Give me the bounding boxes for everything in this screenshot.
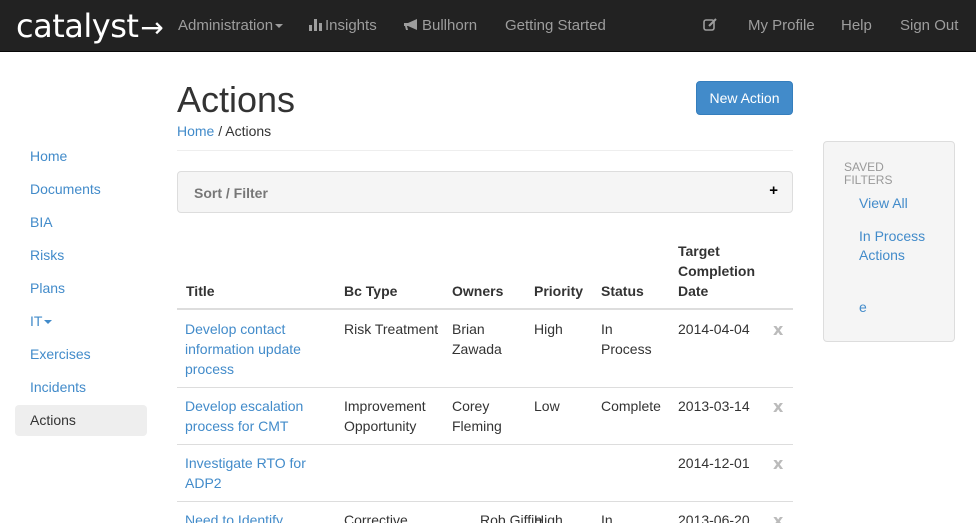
row-title-link[interactable]: Need to Identify: [185, 510, 335, 523]
new-action-button[interactable]: New Action: [696, 81, 793, 115]
row-status: In Process: [601, 321, 652, 357]
breadcrumb-separator: /: [214, 123, 226, 139]
row-owners: Corey Fleming: [452, 398, 502, 434]
sidebar-item-label: Actions: [30, 412, 76, 428]
page-title: Actions: [177, 79, 296, 120]
sidebar-item-label: BIA: [30, 214, 53, 230]
row-target-date: 2014-04-04: [678, 321, 750, 337]
nav-administration-label: Administration: [178, 17, 274, 34]
chevron-down-icon: [44, 320, 53, 325]
sidebar-item-label: IT: [30, 313, 43, 329]
expand-plus-icon[interactable]: +: [769, 182, 778, 200]
nav-administration[interactable]: Administration: [178, 17, 284, 35]
sidebar-item-risks[interactable]: Risks: [15, 240, 147, 271]
row-target-date: 2013-06-20: [678, 512, 750, 523]
edit-icon: [703, 18, 717, 31]
sidebar-item-home[interactable]: Home: [15, 141, 147, 172]
breadcrumb-home-link[interactable]: Home: [177, 123, 214, 139]
column-header-target-date[interactable]: Target Completion Date: [678, 241, 764, 301]
sidebar-item-it[interactable]: IT: [15, 306, 147, 337]
delete-x-icon[interactable]: x: [773, 511, 783, 523]
saved-filter-in-process[interactable]: In Process Actions: [859, 227, 939, 265]
sidebar-item-label: Incidents: [30, 379, 87, 395]
nav-insights-label: Insights: [325, 17, 377, 34]
row-title-link[interactable]: Develop escalation process for CMT: [185, 396, 335, 436]
row-divider: [177, 387, 793, 388]
nav-insights[interactable]: Insights: [309, 17, 377, 35]
brand-logo[interactable]: catalyst→: [16, 7, 164, 46]
column-header-owners[interactable]: Owners: [452, 281, 503, 301]
row-priority: High: [534, 321, 563, 337]
top-navbar: catalyst→ Administration Insights Bullho…: [0, 0, 976, 52]
brand-arrow-icon: →: [140, 11, 164, 44]
sidebar-item-label: Exercises: [30, 346, 91, 362]
row-title-link[interactable]: Investigate RTO for ADP2: [185, 453, 335, 493]
breadcrumb-current: Actions: [225, 123, 272, 139]
row-priority: High: [534, 512, 563, 523]
nav-sign-out-label: Sign Out: [900, 17, 959, 34]
sidebar-item-bia[interactable]: BIA: [15, 207, 147, 238]
row-target-date: 2014-12-01: [678, 455, 750, 471]
sort-filter-panel[interactable]: Sort / Filter +: [177, 171, 793, 213]
sort-filter-title: Sort / Filter: [194, 185, 268, 201]
breadcrumb: Home / Actions: [177, 122, 271, 140]
saved-filters-title: Saved Filters: [844, 160, 893, 187]
chevron-down-icon: [275, 24, 284, 29]
sidebar-item-plans[interactable]: Plans: [15, 273, 147, 304]
nav-getting-started-label: Getting Started: [505, 17, 606, 34]
row-divider: [177, 444, 793, 445]
row-bc-type: Risk Treatment: [344, 321, 439, 337]
row-bc-type: Improvement Opportunity: [344, 398, 426, 434]
sidebar-item-label: Risks: [30, 247, 65, 263]
nav-edit[interactable]: [703, 17, 718, 37]
nav-sign-out[interactable]: Sign Out: [900, 17, 958, 35]
nav-my-profile[interactable]: My Profile: [748, 17, 815, 35]
table-header-divider: [177, 308, 793, 310]
sidebar-item-label: Documents: [30, 181, 101, 197]
brand-text: catalyst: [16, 7, 139, 45]
saved-filter-view-all[interactable]: View All: [859, 194, 939, 213]
column-header-bc-type[interactable]: Bc Type: [344, 281, 397, 301]
nav-my-profile-label: My Profile: [748, 17, 815, 34]
sidebar-item-label: Plans: [30, 280, 66, 296]
row-status: In: [601, 512, 613, 523]
row-owners: Brian Zawada: [452, 321, 502, 357]
bullhorn-icon: [404, 19, 417, 30]
delete-x-icon[interactable]: x: [773, 320, 783, 340]
column-header-status[interactable]: Status: [601, 281, 644, 301]
row-priority: Low: [534, 398, 560, 414]
nav-bullhorn-label: Bullhorn: [422, 17, 478, 34]
row-target-date: 2013-03-14: [678, 398, 750, 414]
nav-help-label: Help: [841, 17, 872, 34]
nav-getting-started[interactable]: Getting Started: [505, 17, 606, 35]
row-divider: [177, 501, 793, 502]
nav-help[interactable]: Help: [841, 17, 872, 35]
sidebar-item-exercises[interactable]: Exercises: [15, 339, 147, 370]
column-header-title[interactable]: Title: [186, 281, 215, 301]
sidebar-item-label: Home: [30, 148, 68, 164]
row-bc-type: Corrective: [344, 512, 408, 523]
saved-filter-e[interactable]: e: [859, 298, 939, 317]
column-header-priority[interactable]: Priority: [534, 281, 583, 301]
nav-bullhorn[interactable]: Bullhorn: [404, 17, 477, 35]
header-divider: [177, 150, 793, 151]
delete-x-icon[interactable]: x: [773, 454, 783, 474]
row-title-link[interactable]: Develop contact information update proce…: [185, 319, 335, 379]
bar-chart-icon: [309, 19, 322, 31]
sidebar-item-documents[interactable]: Documents: [15, 174, 147, 205]
saved-filters-panel: Saved Filters View All In Process Action…: [823, 141, 955, 342]
sidebar-item-incidents[interactable]: Incidents: [15, 372, 147, 403]
row-status: Complete: [601, 398, 661, 414]
delete-x-icon[interactable]: x: [773, 397, 783, 417]
sidebar-item-actions[interactable]: Actions: [15, 405, 147, 436]
